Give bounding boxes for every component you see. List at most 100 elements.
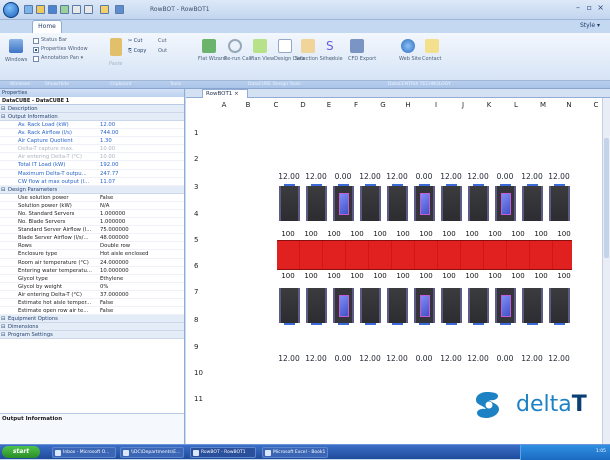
in-row-cooler[interactable]	[495, 288, 516, 325]
server-rack[interactable]	[306, 288, 327, 325]
out-button[interactable]: Out	[158, 48, 167, 54]
open-icon[interactable]	[36, 5, 45, 14]
property-value[interactable]: 37.000000	[100, 291, 182, 299]
cfd-export-label[interactable]: CFD Export	[348, 56, 376, 62]
property-row[interactable]: No. Standard Servers 1.000000	[0, 210, 184, 219]
in-row-cooler[interactable]	[414, 184, 435, 221]
section-design-parameters[interactable]: Design Parameters	[0, 185, 184, 194]
server-rack[interactable]	[360, 288, 381, 325]
property-row[interactable]: Air entering Delta-T (°C) 37.000000	[0, 291, 184, 299]
property-value[interactable]: 247.77	[100, 170, 182, 178]
server-rack[interactable]	[279, 288, 300, 325]
property-value[interactable]: Hot aisle enclosed	[100, 250, 182, 258]
restore-button[interactable]: ▫	[587, 3, 592, 12]
copy-button[interactable]: ⎘ Copy	[128, 48, 146, 54]
windows-icon[interactable]	[9, 39, 23, 53]
cfd-export-icon[interactable]	[350, 39, 364, 53]
section-description[interactable]: Description	[0, 105, 184, 113]
server-rack[interactable]	[360, 184, 381, 221]
property-value[interactable]: 1.000000	[100, 218, 182, 226]
recalc-label[interactable]: Re-run Calc	[224, 56, 253, 62]
server-rack[interactable]	[306, 184, 327, 221]
property-row[interactable]: Blade Server Airflow (l/s/... 48.000000	[0, 234, 184, 243]
plan-view-label[interactable]: Plan View	[250, 56, 274, 62]
property-value[interactable]: 12.00	[100, 121, 182, 129]
close-button[interactable]: ×	[597, 3, 604, 12]
property-value[interactable]: 75.000000	[100, 226, 182, 234]
property-row[interactable]: Maximum Delta-T outpu... 247.77	[0, 170, 184, 178]
status-bar-checkbox[interactable]	[33, 38, 39, 44]
properties-window-checkbox[interactable]	[33, 47, 39, 53]
tab-home[interactable]: Home	[32, 20, 62, 33]
property-row[interactable]: Total IT Load (kW) 192.00	[0, 161, 184, 170]
section-program-settings[interactable]: Program Settings	[0, 331, 184, 340]
in-row-cooler[interactable]	[333, 288, 354, 325]
scrollbar-thumb[interactable]	[604, 138, 609, 258]
property-row[interactable]: Glycol type Ethylene	[0, 275, 184, 283]
property-value[interactable]: Double row	[100, 242, 182, 250]
property-row[interactable]: Av. Rack Load (kW) 12.00	[0, 121, 184, 130]
style-menu[interactable]: Style ▾	[580, 22, 600, 29]
new-icon[interactable]	[24, 5, 33, 14]
redo-icon[interactable]	[84, 5, 93, 14]
property-value[interactable]: False	[100, 194, 182, 202]
property-value[interactable]: 10.00	[100, 145, 182, 153]
web-site-icon[interactable]	[401, 39, 415, 53]
design-data-icon[interactable]	[278, 39, 292, 53]
server-rack[interactable]	[441, 184, 462, 221]
property-row[interactable]: Air entering Delta-T (°C) 10.00	[0, 153, 184, 162]
property-row[interactable]: Av. Rack Airflow (l/s) 744.00	[0, 129, 184, 138]
server-rack[interactable]	[468, 184, 489, 221]
taskbar-item-excel[interactable]: Microsoft Excel - Book1	[262, 447, 328, 458]
server-rack[interactable]	[468, 288, 489, 325]
server-rack[interactable]	[549, 288, 570, 325]
property-value[interactable]: Ethylene	[100, 275, 182, 283]
property-value[interactable]: 10.000000	[100, 267, 182, 275]
property-row[interactable]: Entering water temperatu... 10.000000	[0, 267, 184, 275]
paste-label[interactable]: Paste	[109, 61, 123, 67]
application-orb-button[interactable]	[3, 2, 19, 18]
cut-button[interactable]: ✂ Cut	[128, 38, 142, 44]
property-row[interactable]: Standard Server Airflow (l... 75.000000	[0, 226, 184, 235]
vertical-scrollbar[interactable]	[602, 98, 610, 444]
annotation-pan-checkbox[interactable]	[33, 56, 39, 62]
property-row[interactable]: Room air temperature (°C) 24.000000	[0, 259, 184, 267]
section-dimensions[interactable]: Dimensions	[0, 323, 184, 332]
property-row[interactable]: Rows Double row	[0, 242, 184, 251]
hot-aisle-containment[interactable]	[277, 240, 572, 270]
property-row[interactable]: Air Capture Quotient 1.30	[0, 137, 184, 146]
folder-icon[interactable]	[100, 5, 109, 14]
object-selector[interactable]: DataCUBE - DataCUBE 1	[0, 97, 184, 105]
paste-icon[interactable]	[110, 38, 122, 56]
print-icon[interactable]	[60, 5, 69, 14]
property-row[interactable]: Use solution power False	[0, 194, 184, 202]
help-icon[interactable]	[115, 5, 124, 14]
recalc-icon[interactable]	[228, 39, 242, 53]
section-equipment-options[interactable]: Equipment Options	[0, 315, 184, 324]
plan-view-icon[interactable]	[253, 39, 267, 53]
property-row[interactable]: CW flow at max output (l... 11.07	[0, 178, 184, 186]
property-row[interactable]: Glycol by weight 0%	[0, 283, 184, 291]
property-value[interactable]: 24.000000	[100, 259, 182, 267]
property-value[interactable]: 1.000000	[100, 210, 182, 218]
server-rack[interactable]	[387, 184, 408, 221]
property-value[interactable]: False	[100, 299, 182, 307]
property-row[interactable]: Estimate hot aisle temper... False	[0, 299, 184, 308]
property-row[interactable]: Solution power (kW) N/A	[0, 202, 184, 210]
flat-wizard-icon[interactable]	[202, 39, 216, 53]
taskbar-item-explorer[interactable]: \\DC\Departments\E...	[120, 447, 184, 458]
contact-icon[interactable]	[425, 39, 439, 53]
in-row-cooler[interactable]	[495, 184, 516, 221]
project-icon[interactable]: S	[326, 39, 340, 53]
server-rack[interactable]	[387, 288, 408, 325]
close-tab-icon[interactable]: ×	[234, 91, 239, 97]
contact-label[interactable]: Contact	[422, 56, 441, 62]
server-rack[interactable]	[522, 184, 543, 221]
taskbar-item-outlook[interactable]: Inbox - Microsoft O...	[52, 447, 116, 458]
property-row[interactable]: Delta-T capture max. 10.00	[0, 145, 184, 154]
server-rack[interactable]	[549, 184, 570, 221]
in-row-cooler[interactable]	[414, 288, 435, 325]
project-label[interactable]: Project	[323, 56, 340, 62]
property-value[interactable]: 11.07	[100, 178, 182, 186]
start-button[interactable]: start	[2, 446, 40, 458]
